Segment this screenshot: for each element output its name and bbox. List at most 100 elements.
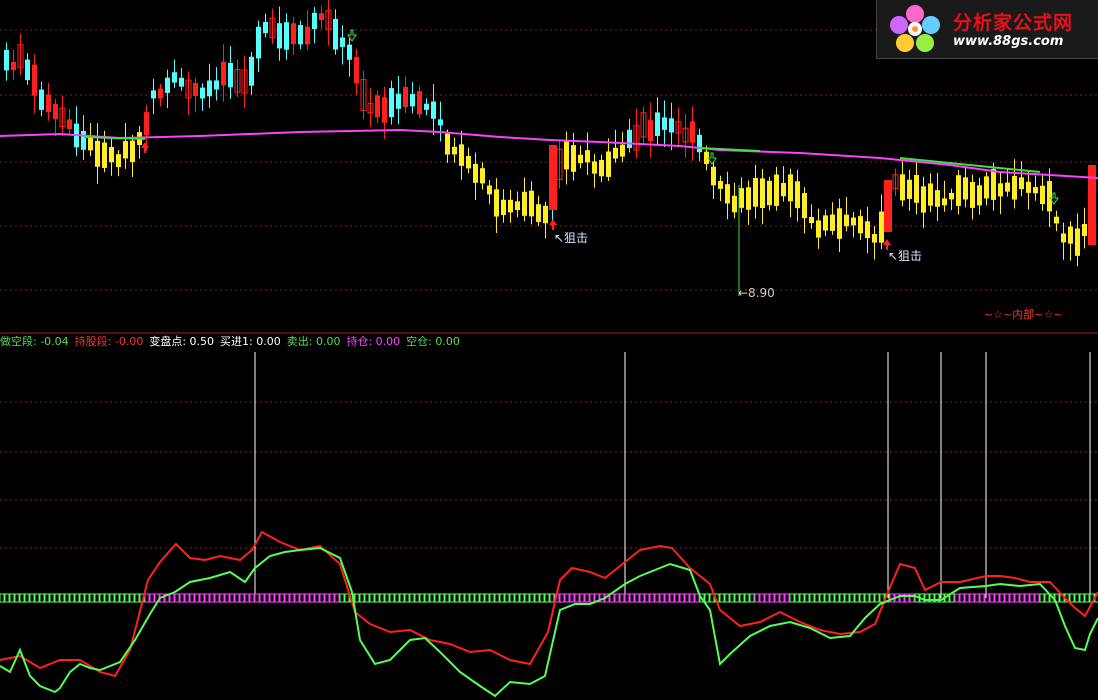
candle-body — [998, 183, 1003, 197]
candle-body — [46, 94, 51, 113]
band-cell — [239, 593, 245, 603]
band-cell — [989, 593, 995, 603]
candle-body — [417, 91, 422, 115]
band-cell — [1039, 593, 1045, 603]
band-cell — [244, 593, 250, 603]
band-cell — [479, 593, 485, 603]
band-cell — [569, 593, 575, 603]
band-cell — [94, 593, 100, 603]
band-cell — [1029, 593, 1035, 603]
legend-item: 做空段: -0.04 — [0, 335, 69, 348]
band-cell — [564, 593, 570, 603]
candle-body — [1019, 177, 1024, 190]
candle-body — [501, 199, 506, 216]
up-arrow-icon — [141, 142, 149, 153]
band-cell — [469, 593, 475, 603]
band-cell — [254, 593, 260, 603]
band-cell — [364, 593, 370, 603]
candle-body — [130, 140, 135, 162]
badge-url: www.88gs.com — [953, 34, 1064, 49]
band-cell — [514, 593, 520, 603]
band-cell — [299, 593, 305, 603]
candle-body — [1068, 226, 1073, 244]
band-cell — [199, 593, 205, 603]
band-cell — [764, 593, 770, 603]
annotation-inner: ~☆~内部~☆~ — [984, 308, 1063, 321]
candle-body — [1033, 187, 1038, 194]
band-cell — [544, 593, 550, 603]
band-cell — [789, 593, 795, 603]
candle-body — [935, 190, 940, 207]
candle-body — [116, 154, 121, 168]
candle-body — [725, 184, 730, 204]
candle-body — [452, 146, 457, 155]
band-cell — [949, 593, 955, 603]
band-cell — [674, 593, 680, 603]
band-cell — [424, 593, 430, 603]
candle-body — [95, 140, 100, 167]
candle-body — [879, 211, 884, 243]
band-cell — [1009, 593, 1015, 603]
band-cell — [1014, 593, 1020, 603]
candle-body — [459, 144, 464, 166]
candle-body — [431, 101, 436, 119]
band-cell — [534, 593, 540, 603]
band-cell — [369, 593, 375, 603]
band-cell — [374, 593, 380, 603]
candle-body — [494, 189, 499, 217]
band-cell — [279, 593, 285, 603]
band-cell — [954, 593, 960, 603]
band-cell — [624, 593, 630, 603]
band-cell — [219, 593, 225, 603]
badge-title: 分析家公式网 — [953, 12, 1074, 34]
band-cell — [224, 593, 230, 603]
band-cell — [584, 593, 590, 603]
band-cell — [874, 593, 880, 603]
band-cell — [724, 593, 730, 603]
candle-body — [522, 191, 527, 216]
candle-body — [697, 134, 702, 153]
candle-body — [263, 21, 268, 34]
indicator-legend: 做空段: -0.04 持股段: -0.00 变盘点: 0.50 买进1: 0.00 卖出… — [0, 334, 466, 350]
band-cell — [449, 593, 455, 603]
candle-body — [627, 129, 632, 149]
band-cell — [389, 593, 395, 603]
band-cell — [654, 593, 660, 603]
candle-body — [606, 151, 611, 177]
candle-body — [536, 204, 541, 222]
band-cell — [639, 593, 645, 603]
band-cell — [849, 593, 855, 603]
band-cell — [204, 593, 210, 603]
flower-logo-icon — [890, 5, 940, 52]
candle-body — [487, 185, 492, 195]
annotation-snipe-2: ↖狙击 — [888, 249, 923, 263]
candle-body — [942, 198, 947, 206]
band-cell — [969, 593, 975, 603]
candle-body — [508, 199, 513, 213]
candle-body — [991, 168, 996, 200]
band-cell — [399, 593, 405, 603]
band-cell — [454, 593, 460, 603]
band-cell — [519, 593, 525, 603]
band-cell — [214, 593, 220, 603]
candle-body — [970, 181, 975, 208]
candle-body — [291, 23, 296, 45]
candle-body — [123, 140, 128, 159]
signal-vertical-lines — [254, 352, 1091, 598]
band-cell — [1024, 593, 1030, 603]
band-cell — [414, 593, 420, 603]
band-cell — [994, 593, 1000, 603]
candle-body — [578, 154, 583, 164]
band-cell — [774, 593, 780, 603]
candle-body — [32, 64, 37, 96]
candle-body — [424, 103, 429, 110]
legend-item: 卖出: 0.00 — [286, 335, 341, 348]
band-cell — [824, 593, 830, 603]
band-cell — [694, 593, 700, 603]
band-cell — [494, 593, 500, 603]
band-cell — [754, 593, 760, 603]
candle-body — [389, 88, 394, 118]
band-cell — [4, 593, 10, 603]
band-cell — [314, 593, 320, 603]
annotation-snipe-1: ↖狙击 — [554, 231, 589, 245]
